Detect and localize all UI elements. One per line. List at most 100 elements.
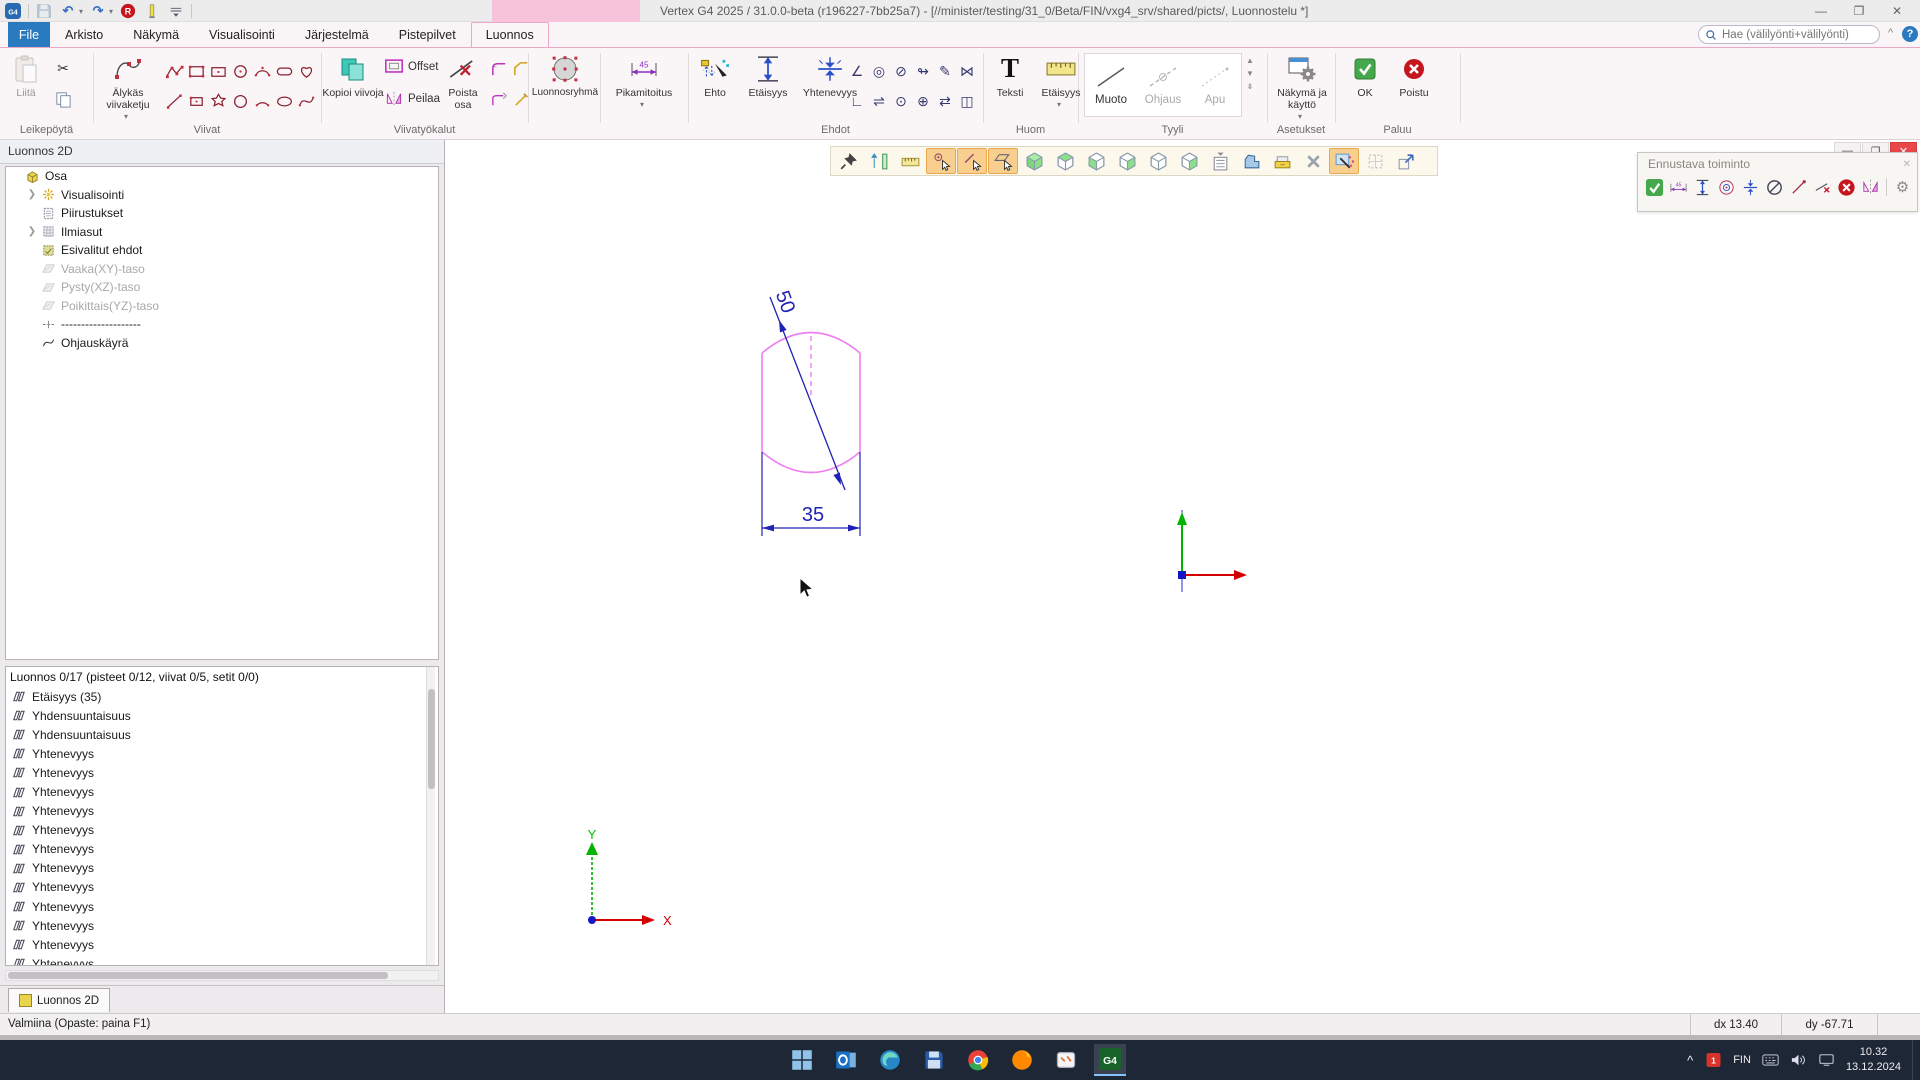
vertex-g4-icon[interactable]: G4: [1094, 1044, 1126, 1076]
clock[interactable]: 10.32 13.12.2024: [1846, 1045, 1901, 1075]
sketch-canvas[interactable]: 50 35 Y: [445, 140, 1920, 1013]
minimize-button[interactable]: —: [1802, 0, 1840, 22]
exit-button[interactable]: Poistu: [1390, 52, 1438, 99]
arc-icon[interactable]: [251, 86, 273, 116]
snap-line-icon[interactable]: [957, 148, 987, 174]
style-guide-button[interactable]: Ohjaus: [1137, 54, 1189, 116]
smart-polyline-icon[interactable]: [163, 56, 185, 86]
cube-select-icon[interactable]: [1174, 148, 1204, 174]
whiteboard-icon[interactable]: [1050, 1044, 1082, 1076]
language-indicator[interactable]: FIN: [1733, 1054, 1751, 1066]
distance-note-button[interactable]: Etäisyys▾: [1034, 52, 1088, 109]
frame-icon[interactable]: [1360, 148, 1390, 174]
tab-luonnos-active[interactable]: Luonnos: [471, 22, 549, 47]
menu-pistepilvet[interactable]: Pistepilvet: [384, 22, 471, 47]
delete-red-icon[interactable]: [1836, 175, 1857, 199]
fix-icon[interactable]: ⊕: [912, 86, 934, 116]
ribbon-collapse-icon[interactable]: ^: [1888, 27, 1893, 39]
no-tangent-icon[interactable]: ⊘: [890, 56, 912, 86]
maximize-button[interactable]: ❐: [1840, 0, 1878, 22]
trim-icon[interactable]: [1812, 175, 1833, 199]
angle-icon[interactable]: ∠: [846, 56, 868, 86]
constraint-item[interactable]: Yhtenevyys: [6, 897, 438, 916]
concentric-pred-icon[interactable]: [1716, 175, 1737, 199]
tab-luonnos-2d[interactable]: Luonnos 2D: [8, 988, 110, 1012]
snap-plane-icon[interactable]: [988, 148, 1018, 174]
constraint-item[interactable]: Yhtenevyys: [6, 782, 438, 801]
polygon-icon[interactable]: [207, 86, 229, 116]
condition-button[interactable]: Ehto: [692, 52, 738, 99]
sketch-group-button[interactable]: Luonnosryhmä: [532, 52, 598, 99]
copy-lines-button[interactable]: Kopioi viivoja: [326, 52, 380, 99]
tree-item[interactable]: ❯Visualisointi: [6, 186, 438, 205]
redo-icon[interactable]: ↷: [89, 2, 107, 20]
horizontal-icon[interactable]: ⇄: [934, 86, 956, 116]
confirm-icon[interactable]: [1644, 175, 1665, 199]
menu-arkisto[interactable]: Arkisto: [50, 22, 118, 47]
constraint-item[interactable]: Yhtenevyys: [6, 916, 438, 935]
constraint-item[interactable]: Yhdensuuntaisuus: [6, 706, 438, 725]
list-icon[interactable]: [1205, 148, 1235, 174]
constraint-item[interactable]: Yhtenevyys: [6, 840, 438, 859]
snap-point-icon[interactable]: [926, 148, 956, 174]
arc-3point-icon[interactable]: [251, 56, 273, 86]
save-icon[interactable]: [35, 2, 53, 20]
level-icon[interactable]: [143, 2, 161, 20]
mirror-button[interactable]: Peilaa: [384, 90, 440, 107]
rectangle-2point-icon[interactable]: [185, 86, 207, 116]
undo-icon[interactable]: ↶: [59, 2, 77, 20]
constraint-item[interactable]: Etäisyys (35): [6, 687, 438, 706]
expand-chevron-icon[interactable]: ❯: [24, 226, 40, 237]
drawer-icon[interactable]: [1267, 148, 1297, 174]
quick-dimension-button[interactable]: 45 Pikamitoitus▾: [604, 52, 684, 109]
symmetry-icon[interactable]: [1740, 175, 1761, 199]
cube-right-icon[interactable]: [1112, 148, 1142, 174]
file-menu-button[interactable]: File: [8, 22, 50, 47]
perpendicular-icon[interactable]: ∟: [846, 86, 868, 116]
equal-icon[interactable]: ⇌: [868, 86, 890, 116]
tree-item[interactable]: Poikittais(YZ)-taso: [6, 297, 438, 316]
firefox-icon[interactable]: [1006, 1044, 1038, 1076]
horizontal-scrollbar[interactable]: [5, 970, 439, 981]
part-solid-icon[interactable]: [1236, 148, 1266, 174]
concentric-icon[interactable]: ◎: [868, 56, 890, 86]
cube-plain-icon[interactable]: [1143, 148, 1173, 174]
tree-item[interactable]: Esivalitut ehdot: [6, 241, 438, 260]
menu-nakyma[interactable]: Näkymä: [118, 22, 194, 47]
help-icon[interactable]: ?: [1902, 26, 1918, 42]
edge-icon[interactable]: [874, 1044, 906, 1076]
menu-visualisointi[interactable]: Visualisointi: [194, 22, 290, 47]
copy-button[interactable]: [52, 88, 74, 110]
ok-button[interactable]: OK: [1344, 52, 1386, 99]
circle-icon[interactable]: [229, 86, 251, 116]
touch-keyboard-icon[interactable]: [1762, 1053, 1779, 1067]
hide-icon[interactable]: [1764, 175, 1785, 199]
constraint-item[interactable]: Yhtenevyys: [6, 763, 438, 782]
remove-part-button[interactable]: Poista osa: [440, 52, 486, 111]
tree-item[interactable]: --------------------: [6, 315, 438, 334]
slot-icon[interactable]: [273, 56, 295, 86]
rectangle-center-icon[interactable]: [207, 56, 229, 86]
tree-item[interactable]: Pysty(XZ)-taso: [6, 278, 438, 297]
tangent-icon[interactable]: ↬: [912, 56, 934, 86]
constraint-item[interactable]: Yhtenevyys: [6, 802, 438, 821]
cube-top-icon[interactable]: [1050, 148, 1080, 174]
redo-caret-icon[interactable]: ▾: [109, 7, 113, 16]
cube-left-icon[interactable]: [1081, 148, 1111, 174]
sketch-drawing[interactable]: 50 35 Y: [445, 140, 1920, 1013]
expand-chevron-icon[interactable]: ❯: [24, 189, 40, 200]
outlook-icon[interactable]: [830, 1044, 862, 1076]
text-button[interactable]: T Teksti: [988, 52, 1032, 99]
close-button[interactable]: ✕: [1878, 0, 1916, 22]
show-desktop-button[interactable]: [1912, 1040, 1916, 1080]
tree-item[interactable]: ❯Ilmiasut: [6, 223, 438, 242]
magic-select-icon[interactable]: [1329, 148, 1359, 174]
distance-constraint-button[interactable]: Etäisyys: [742, 52, 794, 99]
g4-logo-icon[interactable]: G4: [4, 2, 22, 20]
closed-spline-icon[interactable]: [295, 56, 317, 86]
tree-item[interactable]: Osa: [6, 167, 438, 186]
smart-chain-button[interactable]: Älykäs viivaketju▾: [96, 52, 160, 121]
mirror-icon[interactable]: [1860, 175, 1881, 199]
tree-item[interactable]: Ohjauskäyrä: [6, 334, 438, 353]
tray-chevron-icon[interactable]: ^: [1687, 1053, 1693, 1068]
